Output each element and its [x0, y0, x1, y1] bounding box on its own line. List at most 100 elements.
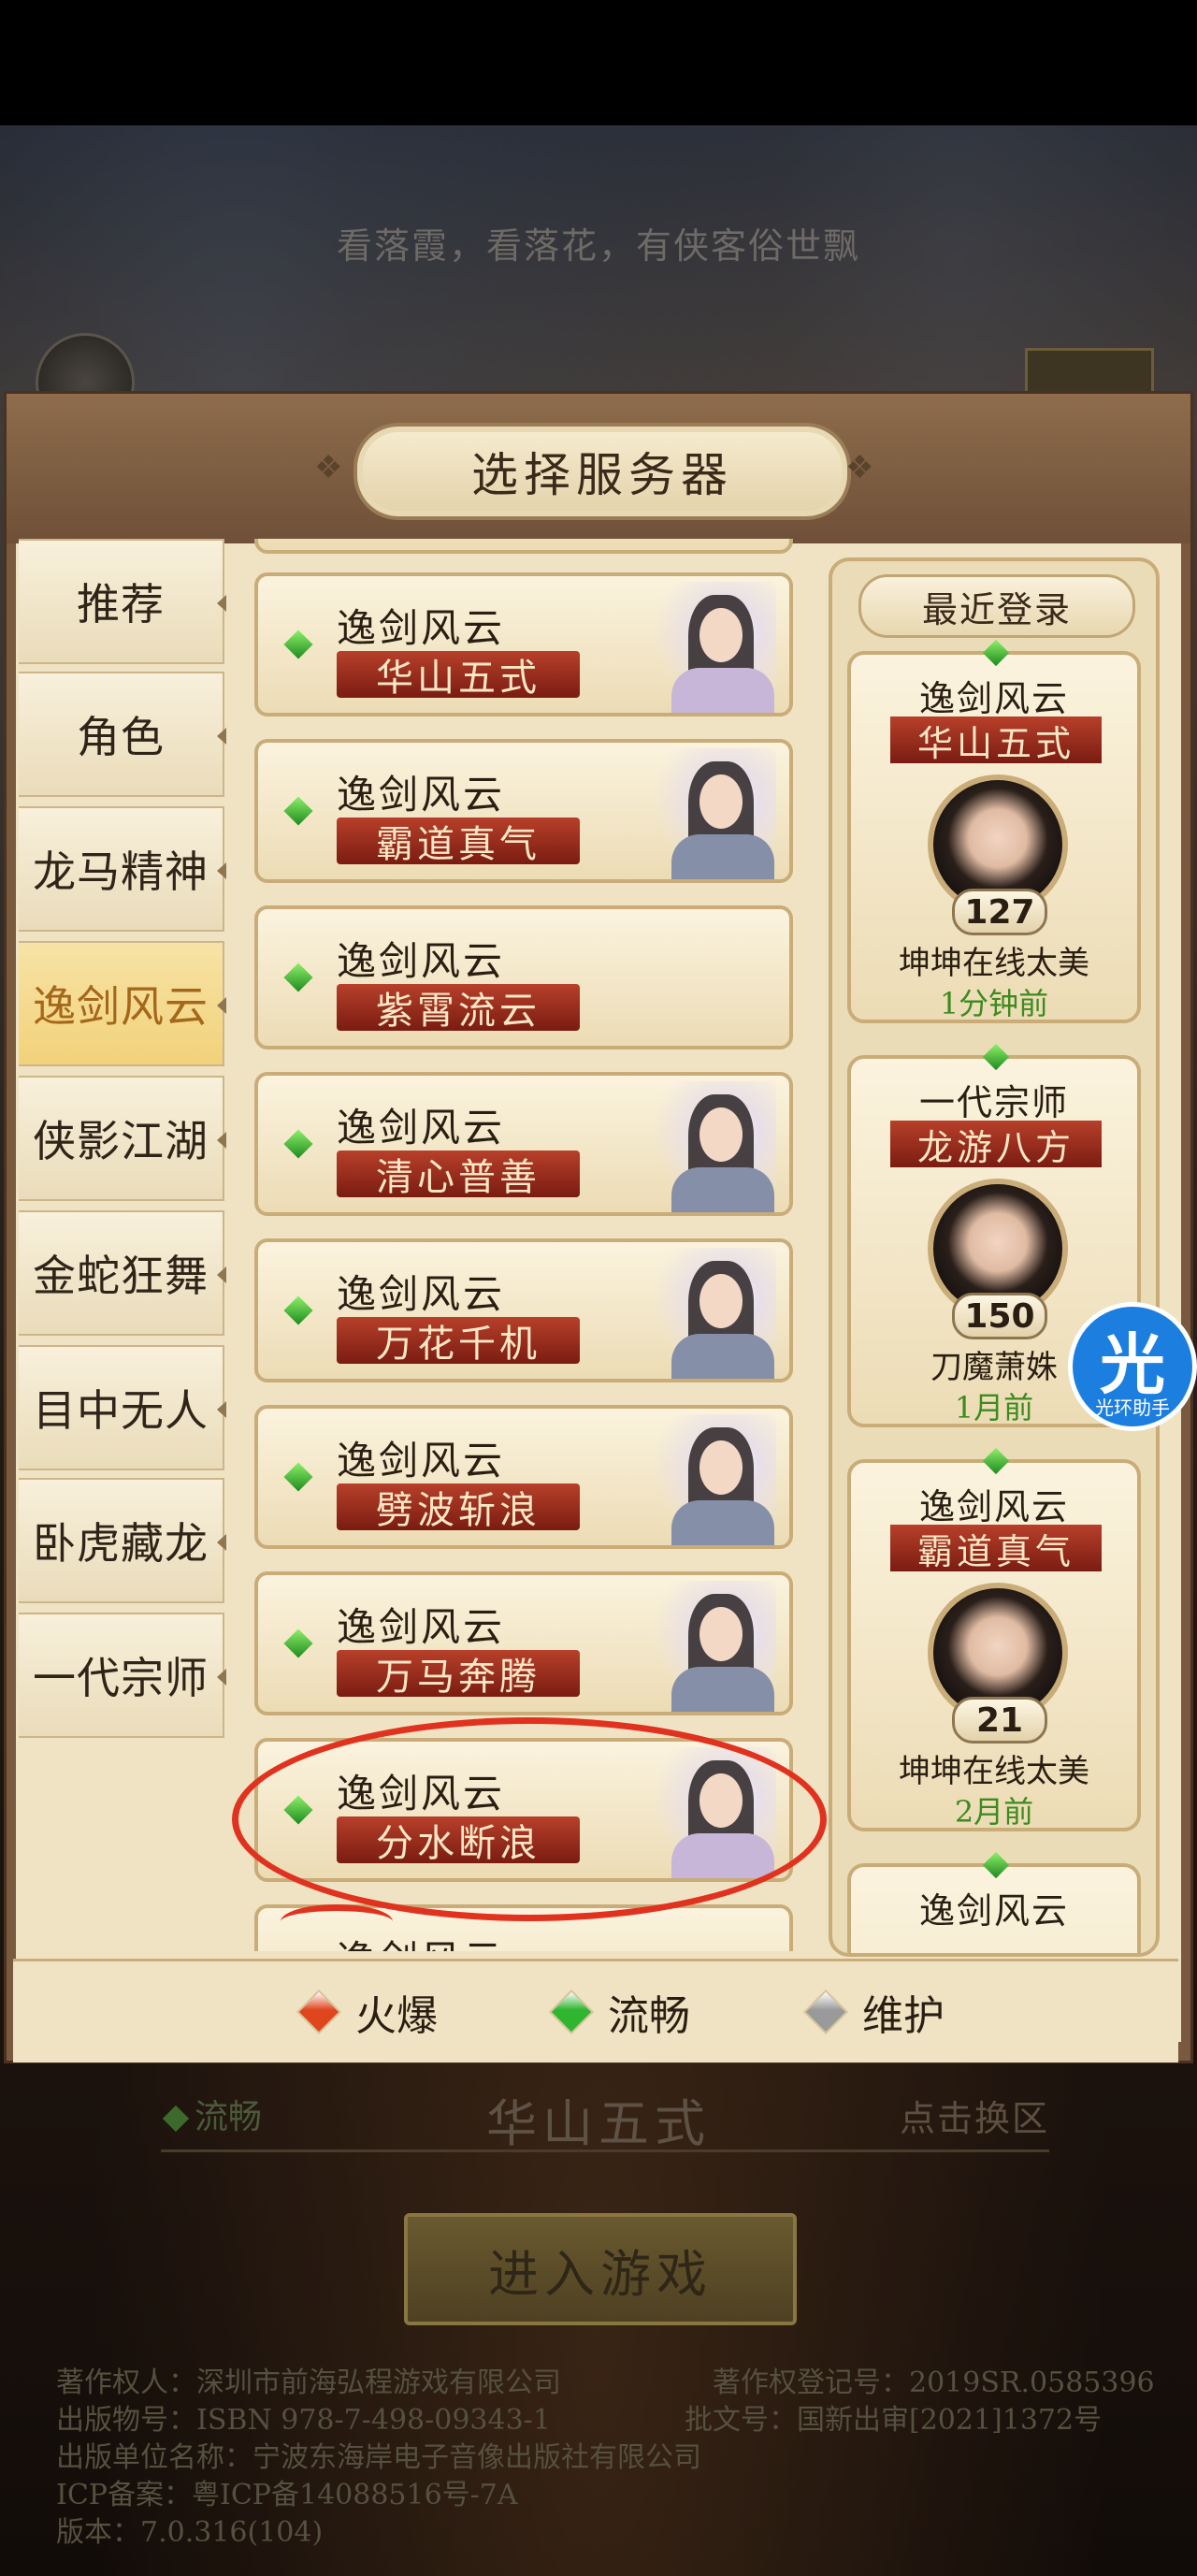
server-item[interactable]: 逸剑风云 霸道真气: [254, 739, 793, 883]
recent-zone-name: 龙游八方: [890, 1121, 1102, 1168]
legend-label: 流畅: [608, 1992, 690, 2040]
legend-hot: 火爆: [296, 1961, 438, 2062]
dialog-title: 选择服务器: [471, 448, 733, 502]
status-bar: [0, 0, 1197, 125]
server-group-name: 逸剑风云: [337, 938, 506, 984]
tab-label: 金蛇狂舞: [33, 1251, 209, 1301]
recent-server-name: 逸剑风云: [918, 1890, 1069, 1932]
tab-label: 一代宗师: [33, 1653, 209, 1703]
recent-server-card[interactable]: 逸剑风云: [847, 1851, 1141, 1953]
tab-7[interactable]: 目中无人: [19, 1345, 226, 1470]
server-zone-name: 华山五式: [337, 651, 580, 700]
tab-3[interactable]: 龙马精神: [19, 806, 226, 932]
character-level: 21: [952, 1697, 1047, 1744]
publisher-name: 出版单位名称：宁波东海岸电子音像出版社有限公司: [56, 2441, 701, 2474]
switch-server-link[interactable]: 点击换区: [900, 2090, 1049, 2141]
tab-arrow-icon: [217, 1132, 226, 1149]
tab-label: 推荐: [77, 579, 165, 630]
approval-number: 批文号：国新出审[2021]1372号: [685, 2404, 1103, 2437]
server-item[interactable]: 逸剑风云 万花千机: [254, 1238, 793, 1382]
enter-game-button[interactable]: 进入游戏: [404, 2213, 797, 2325]
server-group-name: 逸剑风云: [337, 772, 506, 818]
smooth-diamond-icon: [283, 1295, 313, 1325]
legend-label: 火爆: [355, 1992, 438, 2040]
tab-9[interactable]: 一代宗师: [19, 1613, 226, 1738]
assistant-label: 光环助手: [1095, 1397, 1170, 1419]
smooth-diamond-icon: [283, 1462, 313, 1492]
tab-label: 角色: [77, 712, 165, 762]
smooth-diamond-icon: [548, 1989, 595, 2035]
smooth-diamond-icon: [982, 1447, 1010, 1475]
male-portrait-icon: [655, 1081, 776, 1212]
smooth-diamond-icon: [283, 1628, 313, 1658]
recent-server-card[interactable]: 逸剑风云 华山五式 127 坤坤在线太美 1分钟前: [847, 639, 1141, 1023]
smooth-diamond-icon: [283, 1129, 313, 1159]
server-zone-name: 清心普善: [337, 1151, 580, 1199]
divider: [161, 2149, 1049, 2152]
tab-6[interactable]: 金蛇狂舞: [19, 1210, 226, 1336]
recent-zone-name: 华山五式: [890, 716, 1102, 764]
server-item[interactable]: 逸剑风云 万马奔腾: [254, 1571, 793, 1715]
tab-label: 逸剑风云: [33, 981, 209, 1032]
smooth-diamond-icon: [982, 1043, 1010, 1071]
background-slogan: 看落霞，看落花，有侠客俗世飘: [336, 225, 860, 267]
title-ornament-right-icon: ❖: [845, 449, 874, 486]
server-item[interactable]: 逸剑风云 紫霄流云: [254, 905, 793, 1049]
server-group-name: 逸剑风云: [337, 1271, 506, 1317]
tab-arrow-icon: [217, 1266, 226, 1283]
male-portrait-icon: [655, 1414, 776, 1545]
tab-label: 侠影江湖: [33, 1116, 209, 1166]
character-name: 坤坤在线太美: [899, 945, 1089, 982]
recent-login-title: 最近登录: [858, 574, 1135, 638]
server-group-name: 逸剑风云: [337, 1438, 506, 1483]
server-item[interactable]: 逸剑风云 清心普善: [254, 1072, 793, 1216]
title-ornament-left-icon: ❖: [314, 449, 343, 486]
tab-arrow-icon: [217, 1401, 226, 1418]
publication-number: 出版物号：ISBN 978-7-498-09343-1: [56, 2404, 551, 2437]
status-legend: 火爆 流畅 维护: [13, 1959, 1178, 2062]
smooth-diamond-icon: [283, 796, 313, 826]
server-zone-name: 万花千机: [337, 1317, 580, 1366]
annotation-stroke: [281, 1904, 393, 1939]
legend-label: 维护: [862, 1992, 945, 2040]
server-group-name: 逸剑风云: [337, 605, 506, 651]
character-name: 坤坤在线太美: [899, 1753, 1089, 1790]
tab-label: 目中无人: [33, 1385, 209, 1436]
hot-diamond-icon: [296, 1989, 342, 2035]
character-level: 150: [952, 1293, 1047, 1339]
tab-label: 卧虎藏龙: [33, 1518, 209, 1569]
tab-5[interactable]: 侠影江湖: [19, 1076, 226, 1201]
server-item-partial[interactable]: [254, 539, 793, 554]
legend-maintenance: 维护: [802, 1961, 945, 2062]
tab-4[interactable]: 逸剑风云: [19, 941, 226, 1066]
smooth-diamond-icon: [982, 639, 1010, 667]
recent-login-panel: 最近登录 逸剑风云 华山五式 127 坤坤在线太美 1分钟前 一代宗师 龙游八方 150 刀魔萧…: [829, 557, 1160, 1957]
server-zone-name: 紫霄流云: [337, 984, 580, 1033]
male-portrait-icon: [655, 1248, 776, 1379]
last-login-time: 1分钟前: [939, 986, 1049, 1021]
annotation-circle: [232, 1717, 827, 1921]
version-label: 版本：7.0.316(104): [56, 2516, 324, 2549]
server-zone-name: 霸道真气: [337, 818, 580, 866]
server-group-name: 逸剑风云: [337, 1105, 506, 1151]
tab-8[interactable]: 卧虎藏龙: [19, 1478, 226, 1603]
assistant-float-button[interactable]: 光 光环助手: [1068, 1302, 1197, 1431]
tab-arrow-icon: [217, 1534, 226, 1551]
server-item[interactable]: 逸剑风云 劈波斩浪: [254, 1405, 793, 1549]
recent-server-card[interactable]: 逸剑风云 霸道真气 21 坤坤在线太美 2月前: [847, 1447, 1141, 1831]
copyright-reg-number: 著作权登记号：2019SR.0585396: [713, 2366, 1155, 2399]
tab-arrow-icon: [217, 997, 226, 1014]
male-portrait-icon: [655, 1581, 776, 1712]
tab-arrow-icon: [217, 862, 226, 879]
tab-2[interactable]: 角色: [19, 672, 226, 797]
last-login-time: 2月前: [954, 1794, 1034, 1830]
tab-1[interactable]: 推荐: [19, 539, 226, 664]
server-group-name: 逸剑风云: [337, 1604, 506, 1650]
tab-arrow-icon: [217, 728, 226, 745]
smooth-diamond-icon: [283, 630, 313, 659]
tab-label: 龙马精神: [33, 847, 209, 897]
female-portrait-icon: [655, 582, 776, 713]
server-item[interactable]: 逸剑风云 华山五式: [254, 572, 793, 716]
recent-zone-name: 霸道真气: [890, 1525, 1102, 1572]
character-level: 127: [952, 889, 1047, 935]
